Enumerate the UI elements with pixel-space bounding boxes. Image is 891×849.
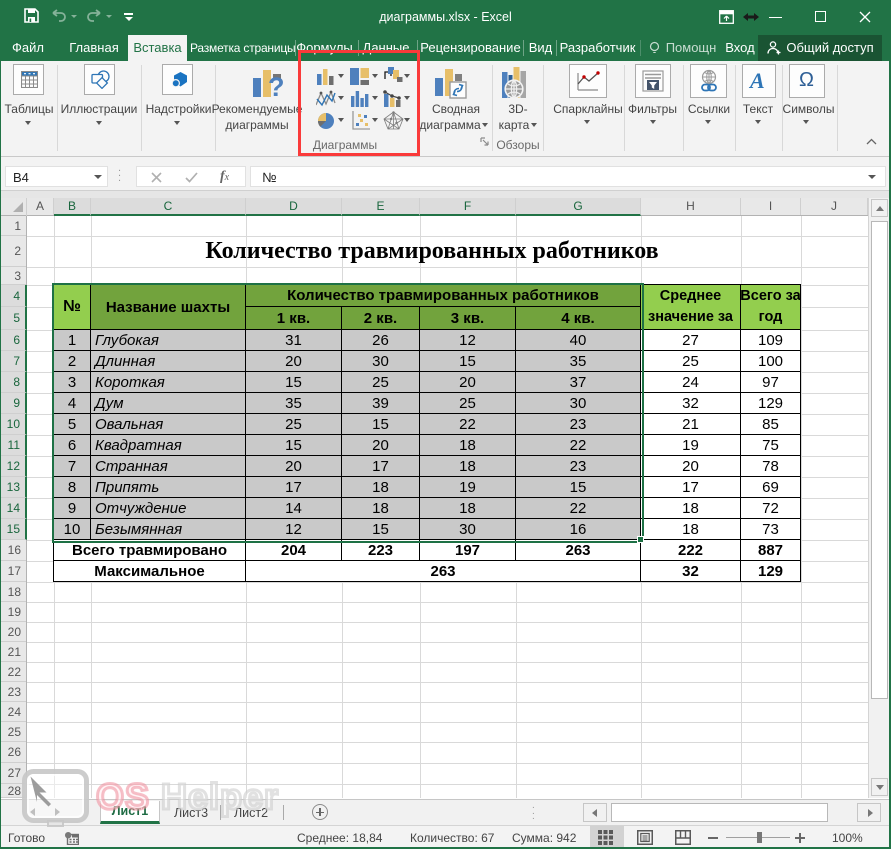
svg-text:?: ?	[268, 72, 285, 101]
